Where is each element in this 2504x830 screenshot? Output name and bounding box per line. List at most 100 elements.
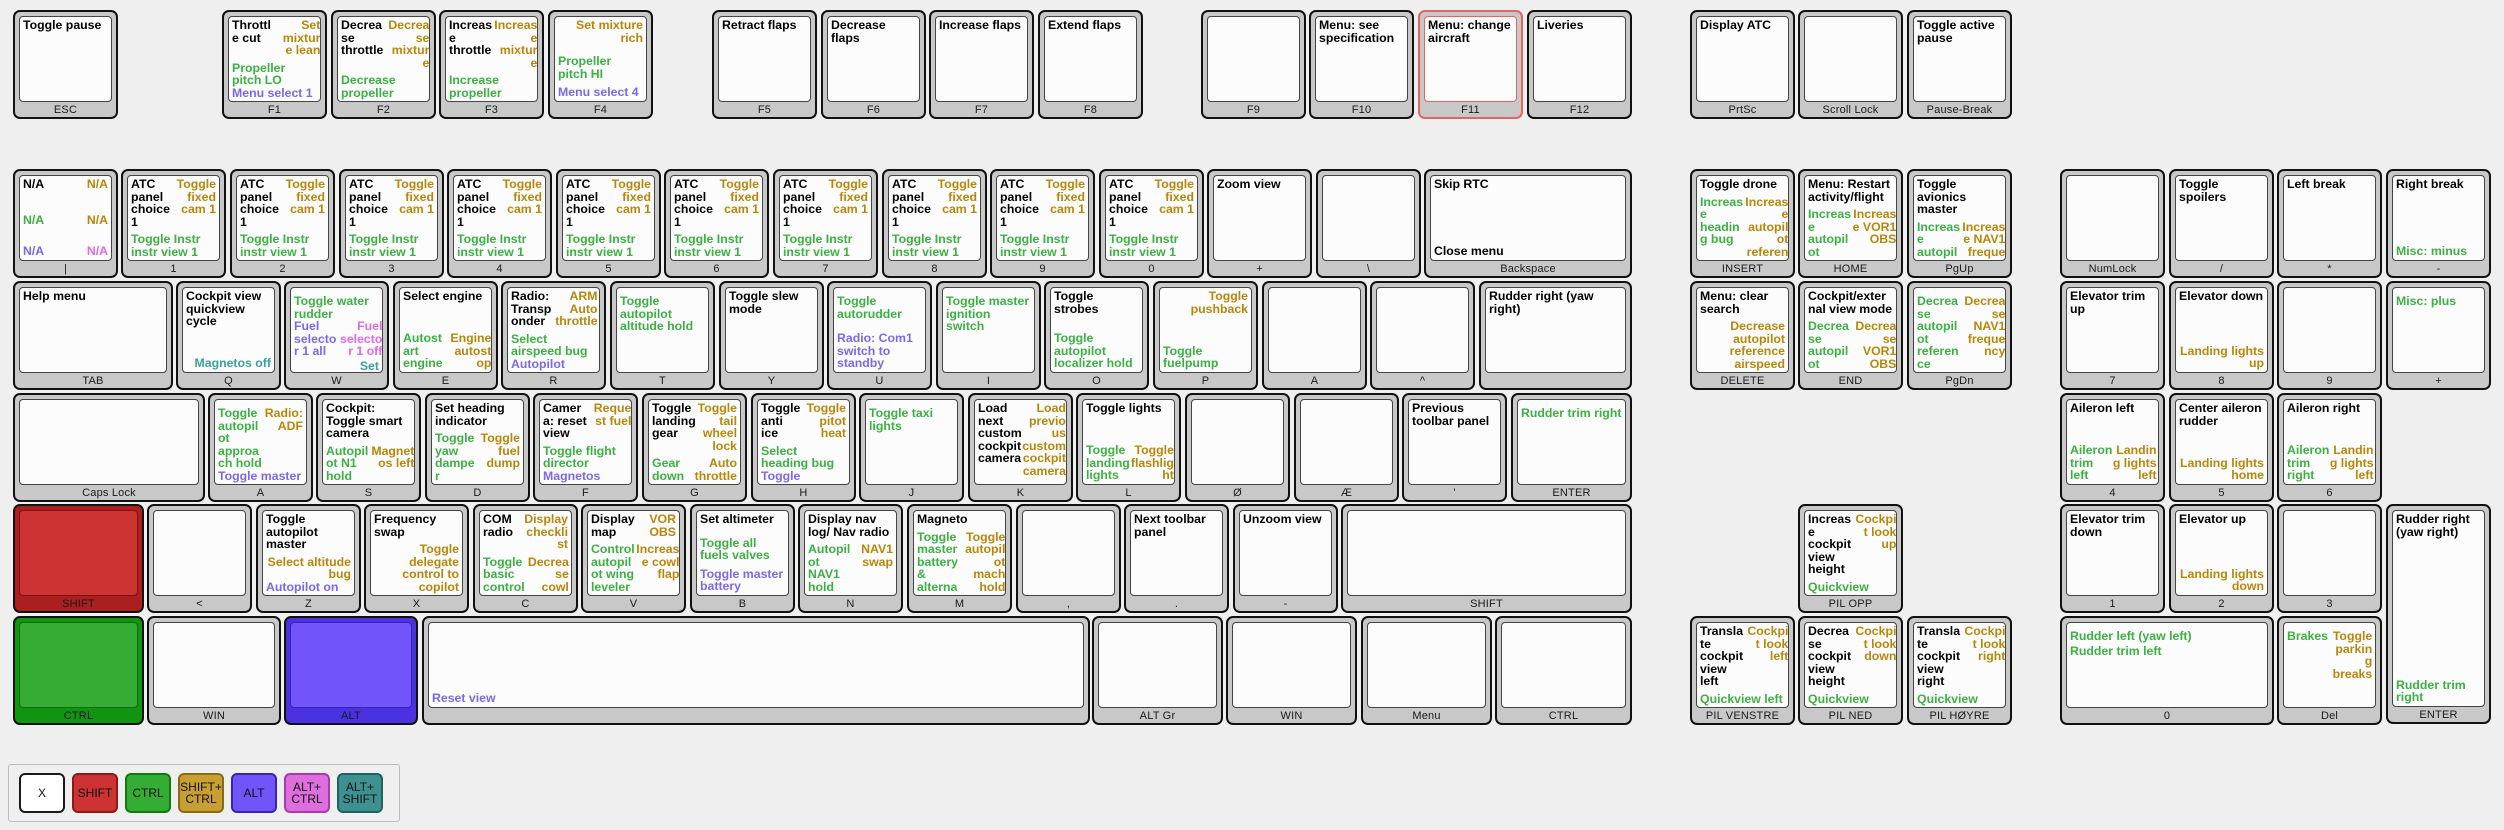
key-[interactable]: Æ [1294,393,1399,502]
key-numlock[interactable]: NumLock [2060,169,2165,278]
key-pil-h-yre[interactable]: Translate cockpit view right Cockpit look… [1907,616,2012,725]
key-c[interactable]: COM radio Display checklist Toggle basic c… [473,504,578,613]
key-h[interactable]: Toggle anti ice Toggle pitot heat Select h… [751,393,856,502]
key-x[interactable]: Frequency swap Toggle delegate control to… [364,504,469,613]
key-9[interactable]: ATC panel choice 1 Toggle fixed cam 1 Togg… [990,169,1095,278]
key-pil-opp[interactable]: Increase cockpit view height Cockpit look… [1798,504,1903,613]
key-f8[interactable]: Extend flaps F8 [1038,10,1143,119]
key-6[interactable]: ATC panel choice 1 Toggle fixed cam 1 Togg… [664,169,769,278]
key-n[interactable]: Display nav log/ Nav radio Autopilot NAV1… [798,504,903,613]
key-z[interactable]: Toggle autopilot master Select altitude b… [256,504,361,613]
key-[interactable]: Unzoom view - [1233,504,1338,613]
key-[interactable]: Misc: plus + [2386,281,2491,390]
key-insert[interactable]: Toggle drone Increase heading bug Increase… [1690,169,1795,278]
key-pause-break[interactable]: Toggle active pause Pause-Break [1907,10,2012,119]
key-backspace[interactable]: Skip RTC Close menu Backspace [1424,169,1632,278]
key-4[interactable]: Aileron left Aileron trim left Landing lig… [2060,393,2165,502]
key-1[interactable]: Elevator trim down 1 [2060,504,2165,613]
key-[interactable]: Zoom view + [1207,169,1312,278]
key-pil-ned[interactable]: Decrease cockpit view height Cockpit look… [1798,616,1903,725]
key-9[interactable]: 9 [2277,281,2382,390]
key-e[interactable]: Select engine Autostart engine Engine auto… [393,281,498,390]
key-6[interactable]: Aileron right Aileron trim right Landing l… [2277,393,2382,502]
key-[interactable]: Right break Misc: minus - [2386,169,2491,278]
key-menu[interactable]: Menu [1361,616,1492,725]
key-f9[interactable]: F9 [1201,10,1306,119]
key-0[interactable]: Rudder left (yaw left) Rudder trim left 0 [2060,616,2274,725]
key-4[interactable]: ATC panel choice 1 Toggle fixed cam 1 Togg… [447,169,552,278]
key-y[interactable]: Toggle slew mode Y [719,281,824,390]
key-end[interactable]: Cockpit/external view mode Decrease autop… [1798,281,1903,390]
key-8[interactable]: Elevator down Landing lights up 8 [2169,281,2274,390]
key-prtsc[interactable]: Display ATC PrtSc [1690,10,1795,119]
key-f4[interactable]: Set mixture rich Propeller pitch HI Menu s… [548,10,653,119]
key-[interactable]: Next toolbar panel. [1124,504,1229,613]
key-k[interactable]: Load next custom cockpit camera Load prev… [968,393,1073,502]
key-q[interactable]: Cockpit view quickview cycle Magnetos off… [176,281,281,390]
key-caps-lock[interactable]: Caps Lock [13,393,205,502]
key-2[interactable]: ATC panel choice 1 Toggle fixed cam 1 Togg… [230,169,335,278]
key-ctrl[interactable]: CTRL [1495,616,1632,725]
key-5[interactable]: ATC panel choice 1 Toggle fixed cam 1 Togg… [556,169,661,278]
key-[interactable]: < [147,504,252,613]
key-[interactable]: , [1016,504,1121,613]
key-del[interactable]: Brakes Toggle parking breaks Del [2277,616,2382,725]
key-scroll-lock[interactable]: Scroll Lock [1798,10,1903,119]
key-5[interactable]: Center aileron rudder Landing lights home… [2169,393,2274,502]
key-enter[interactable]: Rudder trim right ENTER [1511,393,1632,502]
key-f3[interactable]: Increase throttle Increase mixture Increas… [439,10,544,119]
key-2[interactable]: Elevator up Landing lights down 2 [2169,504,2274,613]
key-pgdn[interactable]: Decrease autopilot reference altitudeDec… [1907,281,2012,390]
key-j[interactable]: Toggle taxi lights J [859,393,964,502]
key-f6[interactable]: Decrease flaps F6 [821,10,926,119]
key-g[interactable]: Toggle landing gear Toggle tail wheel loc… [642,393,747,502]
key-f10[interactable]: Menu: see specification F10 [1309,10,1414,119]
key-w[interactable]: Toggle water rudder Fuel selector 1 all Fu… [284,281,389,390]
key-blank[interactable]: Reset view [422,616,1090,725]
key-f1[interactable]: Throttle cut Set mixture lean Propeller pi… [222,10,327,119]
key-d[interactable]: Set heading indicator Toggle yaw damper To… [425,393,530,502]
key-win[interactable]: WIN [1226,616,1357,725]
key-7[interactable]: Elevator trim up 7 [2060,281,2165,390]
key-a[interactable]: Toggle autopilot approach hold Radio: ADF… [208,393,313,502]
key-[interactable]: N/A N/A N/A N/A N/A N/A | [13,169,118,278]
key-1[interactable]: ATC panel choice 1 Toggle fixed cam 1 Togg… [121,169,226,278]
key-t[interactable]: Toggle autopilot altitude hold T [610,281,715,390]
key-p[interactable]: Toggle pushback Toggle fuelpump P [1153,281,1258,390]
key-i[interactable]: Toggle master ignition switch I [936,281,1041,390]
key-a[interactable]: A [1262,281,1367,390]
key-alt-gr[interactable]: ALT Gr [1092,616,1223,725]
key-[interactable]: \ [1316,169,1421,278]
key-alt[interactable]: ALT [284,616,418,725]
key-shift[interactable]: SHIFT [1341,504,1632,613]
key-ctrl[interactable]: CTRL [13,616,144,725]
key-blank[interactable]: Rudder right (yaw right) [1479,281,1632,390]
key-delete[interactable]: Menu: clear search Decrease autopilot ref… [1690,281,1795,390]
key-shift[interactable]: SHIFT [13,504,144,613]
key-f[interactable]: Camera: reset view Request fuel Toggle fli… [533,393,638,502]
key-[interactable]: Previous toolbar panel ' [1402,393,1507,502]
key-3[interactable]: 3 [2277,504,2382,613]
key-7[interactable]: ATC panel choice 1 Toggle fixed cam 1 Togg… [773,169,878,278]
key-pil-venstre[interactable]: Translate cockpit view left Cockpit look … [1690,616,1795,725]
key-f12[interactable]: Liveries F12 [1527,10,1632,119]
key-m[interactable]: Magneto Toggle master battery & alterna to… [907,504,1012,613]
key-o[interactable]: Toggle strobes Toggle autopilot localizer… [1044,281,1149,390]
key-f11[interactable]: Menu: change aircraft F11 [1418,10,1523,119]
key-f5[interactable]: Retract flaps F5 [712,10,817,119]
key-r[interactable]: Radio: Transponder ARM Auto throttle Selec… [501,281,606,390]
key-[interactable]: Ø [1185,393,1290,502]
key-3[interactable]: ATC panel choice 1 Toggle fixed cam 1 Togg… [339,169,444,278]
key-s[interactable]: Cockpit: Toggle smart camera Autopilot N1… [316,393,421,502]
key-l[interactable]: Toggle lights Toggle landing lights Toggle… [1076,393,1181,502]
key-enter[interactable]: Rudder right (yaw right) Rudder trim righ… [2386,504,2491,724]
key-0[interactable]: ATC panel choice 1 Toggle fixed cam 1 Togg… [1099,169,1204,278]
key-8[interactable]: ATC panel choice 1 Toggle fixed cam 1 Togg… [882,169,987,278]
key-[interactable]: ^ [1370,281,1475,390]
key-[interactable]: Toggle spoilers / [2169,169,2274,278]
key-pgup[interactable]: Toggle avionics masterIncrease autopilot… [1907,169,2012,278]
key-home[interactable]: Menu: Restart activity/flight Increase au… [1798,169,1903,278]
key-f7[interactable]: Increase flaps F7 [929,10,1034,119]
key-v[interactable]: Display map VOR OBS Control autopilot wing… [581,504,686,613]
key-esc[interactable]: Toggle pause ESC [13,10,118,119]
